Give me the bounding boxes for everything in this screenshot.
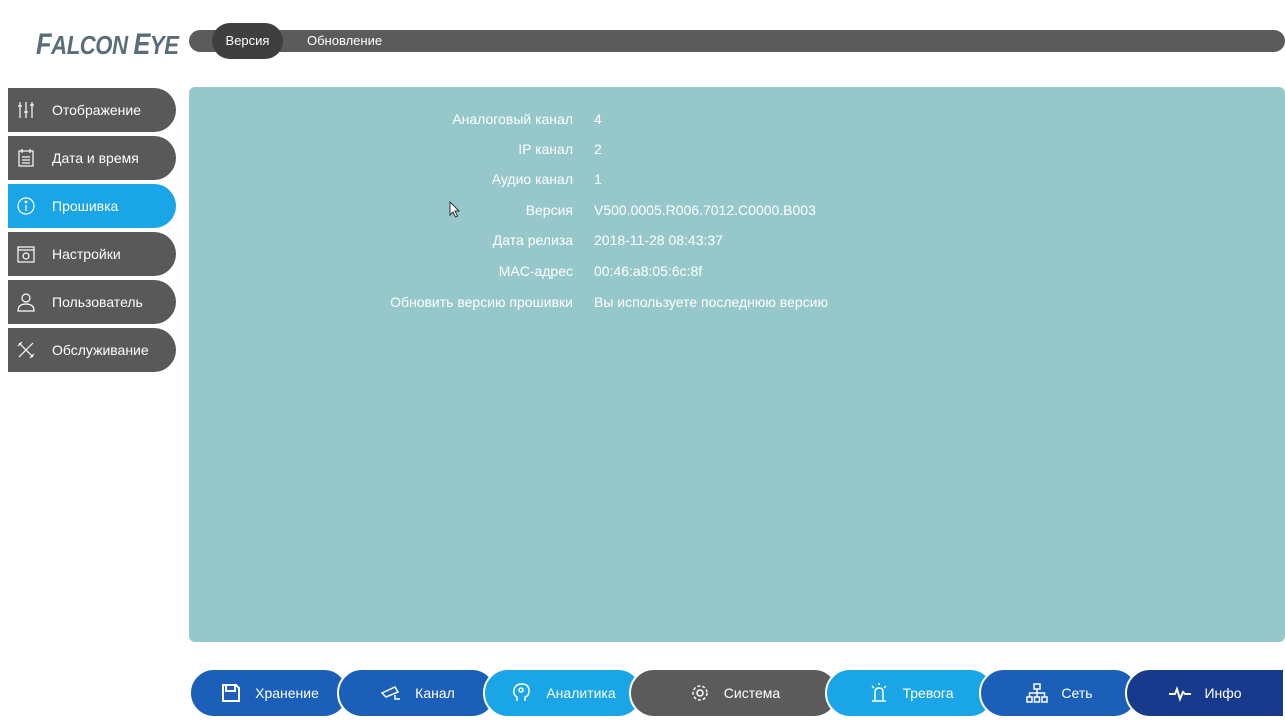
- calendar-icon: [16, 148, 36, 168]
- pulse-icon: [1168, 681, 1192, 705]
- sidebar-item-maintenance[interactable]: Обслуживание: [8, 328, 176, 372]
- info-row-analog-channel: Аналоговый канал 4: [189, 109, 1285, 129]
- sidebar-item-label: Обслуживание: [52, 342, 149, 358]
- info-value: 4: [594, 111, 602, 127]
- sidebar-item-firmware[interactable]: Прошивка: [8, 184, 176, 228]
- sidebar-item-user[interactable]: Пользователь: [8, 280, 176, 324]
- nav-label: Инфо: [1204, 685, 1242, 701]
- info-value: V500.0005.R006.7012.C0000.B003: [594, 202, 816, 218]
- nav-analytics[interactable]: Аналитика: [483, 668, 643, 718]
- tab-version[interactable]: Версия: [212, 23, 283, 59]
- info-row-firmware-update: Обновить версию прошивки Вы используете …: [189, 292, 1285, 312]
- sidebar-item-label: Прошивка: [52, 198, 119, 214]
- falcon-eye-logo: FALCON EYE: [36, 28, 179, 61]
- analytics-icon: [510, 681, 534, 705]
- info-label: Версия: [525, 202, 573, 218]
- sidebar-item-label: Настройки: [52, 246, 121, 262]
- info-value: 1: [594, 171, 602, 187]
- firmware-info-panel: Аналоговый канал 4 IP канал 2 Аудио кана…: [189, 87, 1285, 642]
- sidebar-item-datetime[interactable]: Дата и время: [8, 136, 176, 180]
- sidebar-item-display[interactable]: Отображение: [8, 88, 176, 132]
- info-icon: [16, 196, 36, 216]
- nav-network[interactable]: Сеть: [979, 668, 1139, 718]
- mouse-cursor-icon: [449, 201, 461, 218]
- sidebar-item-label: Дата и время: [52, 150, 139, 166]
- sidebar-item-label: Пользователь: [52, 294, 143, 310]
- tab-bar: Версия Обновление: [189, 23, 1285, 59]
- nav-label: Аналитика: [546, 685, 616, 701]
- alarm-icon: [867, 681, 891, 705]
- info-value: 2018-11-28 08:43:37: [594, 232, 723, 248]
- network-icon: [1025, 681, 1049, 705]
- info-row-ip-channel: IP канал 2: [189, 139, 1285, 159]
- nav-system[interactable]: Система: [629, 668, 839, 718]
- info-label: Аудио канал: [491, 171, 573, 187]
- camera-icon: [379, 681, 403, 705]
- nav-channel[interactable]: Канал: [337, 668, 497, 718]
- info-label: Дата релиза: [492, 232, 573, 248]
- tools-icon: [16, 340, 36, 360]
- nav-label: Хранение: [255, 685, 319, 701]
- settings-folder-icon: [16, 244, 36, 264]
- info-value: 2: [594, 141, 602, 157]
- info-row-audio-channel: Аудио канал 1: [189, 169, 1285, 189]
- info-value: Вы используете последнюю версию: [594, 294, 828, 310]
- user-icon: [16, 292, 36, 312]
- storage-icon: [219, 681, 243, 705]
- info-label: MAC-адрес: [498, 263, 573, 279]
- nav-label: Система: [723, 685, 781, 701]
- sidebar-item-settings[interactable]: Настройки: [8, 232, 176, 276]
- nav-alarm[interactable]: Тревога: [825, 668, 995, 718]
- info-label: Аналоговый канал: [452, 111, 573, 127]
- info-row-mac-address: MAC-адрес 00:46:a8:05:6c:8f: [189, 261, 1285, 281]
- nav-label: Канал: [415, 685, 455, 701]
- nav-storage[interactable]: Хранение: [189, 668, 349, 718]
- info-row-release-date: Дата релиза 2018-11-28 08:43:37: [189, 230, 1285, 250]
- sliders-icon: [16, 100, 36, 120]
- nav-label: Сеть: [1061, 685, 1093, 701]
- gear-icon: [688, 681, 712, 705]
- sidebar-item-label: Отображение: [52, 102, 142, 118]
- nav-info[interactable]: Инфо: [1125, 668, 1285, 718]
- info-label: IP канал: [518, 141, 573, 157]
- tab-update[interactable]: Обновление: [307, 30, 382, 52]
- bottom-nav-bar: Хранение Канал Аналитика Система Тревога…: [189, 668, 1285, 718]
- info-label: Обновить версию прошивки: [390, 294, 573, 310]
- info-value: 00:46:a8:05:6c:8f: [594, 263, 703, 279]
- info-row-version: Версия V500.0005.R006.7012.C0000.B003: [189, 200, 1285, 220]
- nav-label: Тревога: [902, 685, 954, 701]
